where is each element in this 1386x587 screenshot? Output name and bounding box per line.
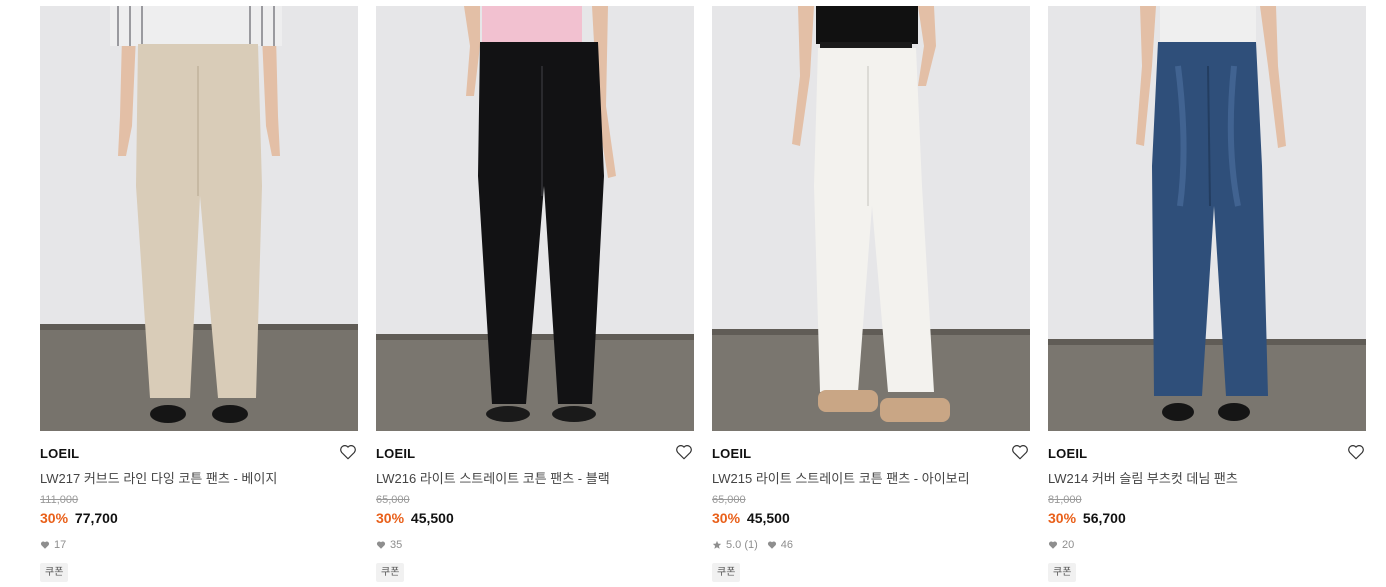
- sale-price: 56,700: [1082, 510, 1126, 526]
- product-name[interactable]: LW214 커버 슬림 부츠컷 데님 팬츠: [1048, 468, 1238, 487]
- product-meta: 17: [40, 539, 75, 551]
- discount-rate: 30%: [376, 510, 405, 526]
- coupon-badge: 쿠폰: [712, 563, 741, 582]
- heart-filled-icon: [40, 541, 50, 549]
- original-price: 111,000: [40, 494, 79, 506]
- product-card[interactable]: LOEIL LW216 라이트 스트레이트 코튼 팬츠 - 블랙 65,000 …: [376, 6, 694, 587]
- original-price: 65,000: [376, 494, 410, 506]
- price-row: 30% 56,700: [1048, 510, 1126, 526]
- rating-value: 5.0 (1): [726, 539, 758, 551]
- product-meta: 5.0 (1) 46: [712, 539, 802, 551]
- wishlist-heart-icon[interactable]: [675, 443, 693, 461]
- product-card[interactable]: LOEIL LW215 라이트 스트레이트 코튼 팬츠 - 아이보리 65,00…: [712, 6, 1030, 587]
- discount-rate: 30%: [712, 510, 741, 526]
- discount-rate: 30%: [1048, 510, 1077, 526]
- price-row: 30% 45,500: [712, 510, 790, 526]
- coupon-badge: 쿠폰: [1048, 563, 1077, 582]
- likes: 17: [40, 539, 66, 551]
- likes-count: 35: [390, 539, 403, 551]
- product-image[interactable]: [712, 6, 1030, 431]
- wishlist-heart-icon[interactable]: [339, 443, 357, 461]
- likes-count: 46: [780, 539, 794, 551]
- rating: 5.0 (1): [712, 539, 758, 551]
- brand-name[interactable]: LOEIL: [1048, 446, 1087, 461]
- likes: 46: [767, 539, 793, 551]
- likes: 35: [376, 539, 402, 551]
- product-meta: 20: [1048, 539, 1083, 551]
- product-meta: 35: [376, 539, 411, 551]
- product-grid: LOEIL LW217 커브드 라인 다잉 코튼 팬츠 - 베이지 111,00…: [0, 0, 1386, 587]
- heart-filled-icon: [767, 541, 776, 549]
- brand-name[interactable]: LOEIL: [40, 446, 79, 461]
- product-card[interactable]: LOEIL LW214 커버 슬림 부츠컷 데님 팬츠 81,000 30% 5…: [1048, 6, 1366, 587]
- product-image[interactable]: [1048, 6, 1366, 431]
- product-name[interactable]: LW216 라이트 스트레이트 코튼 팬츠 - 블랙: [376, 468, 610, 487]
- wishlist-heart-icon[interactable]: [1011, 443, 1029, 461]
- product-name[interactable]: LW217 커브드 라인 다잉 코튼 팬츠 - 베이지: [40, 468, 277, 487]
- coupon-badge: 쿠폰: [376, 563, 405, 582]
- brand-name[interactable]: LOEIL: [712, 446, 751, 461]
- sale-price: 45,500: [746, 510, 790, 526]
- sale-price: 77,700: [74, 510, 118, 526]
- likes-count: 17: [54, 539, 67, 551]
- product-name[interactable]: LW215 라이트 스트레이트 코튼 팬츠 - 아이보리: [712, 468, 970, 487]
- product-image[interactable]: [40, 6, 358, 431]
- coupon-badge: 쿠폰: [40, 563, 69, 582]
- original-price: 81,000: [1048, 494, 1082, 506]
- likes-count: 20: [1062, 539, 1075, 551]
- heart-filled-icon: [376, 541, 386, 549]
- likes: 20: [1048, 539, 1074, 551]
- price-row: 30% 45,500: [376, 510, 454, 526]
- heart-filled-icon: [1048, 541, 1058, 549]
- sale-price: 45,500: [410, 510, 454, 526]
- wishlist-heart-icon[interactable]: [1347, 443, 1365, 461]
- brand-name[interactable]: LOEIL: [376, 446, 415, 461]
- discount-rate: 30%: [40, 510, 69, 526]
- price-row: 30% 77,700: [40, 510, 118, 526]
- star-icon: [712, 540, 722, 549]
- original-price: 65,000: [712, 494, 746, 506]
- product-card[interactable]: LOEIL LW217 커브드 라인 다잉 코튼 팬츠 - 베이지 111,00…: [40, 6, 358, 587]
- product-image[interactable]: [376, 6, 694, 431]
